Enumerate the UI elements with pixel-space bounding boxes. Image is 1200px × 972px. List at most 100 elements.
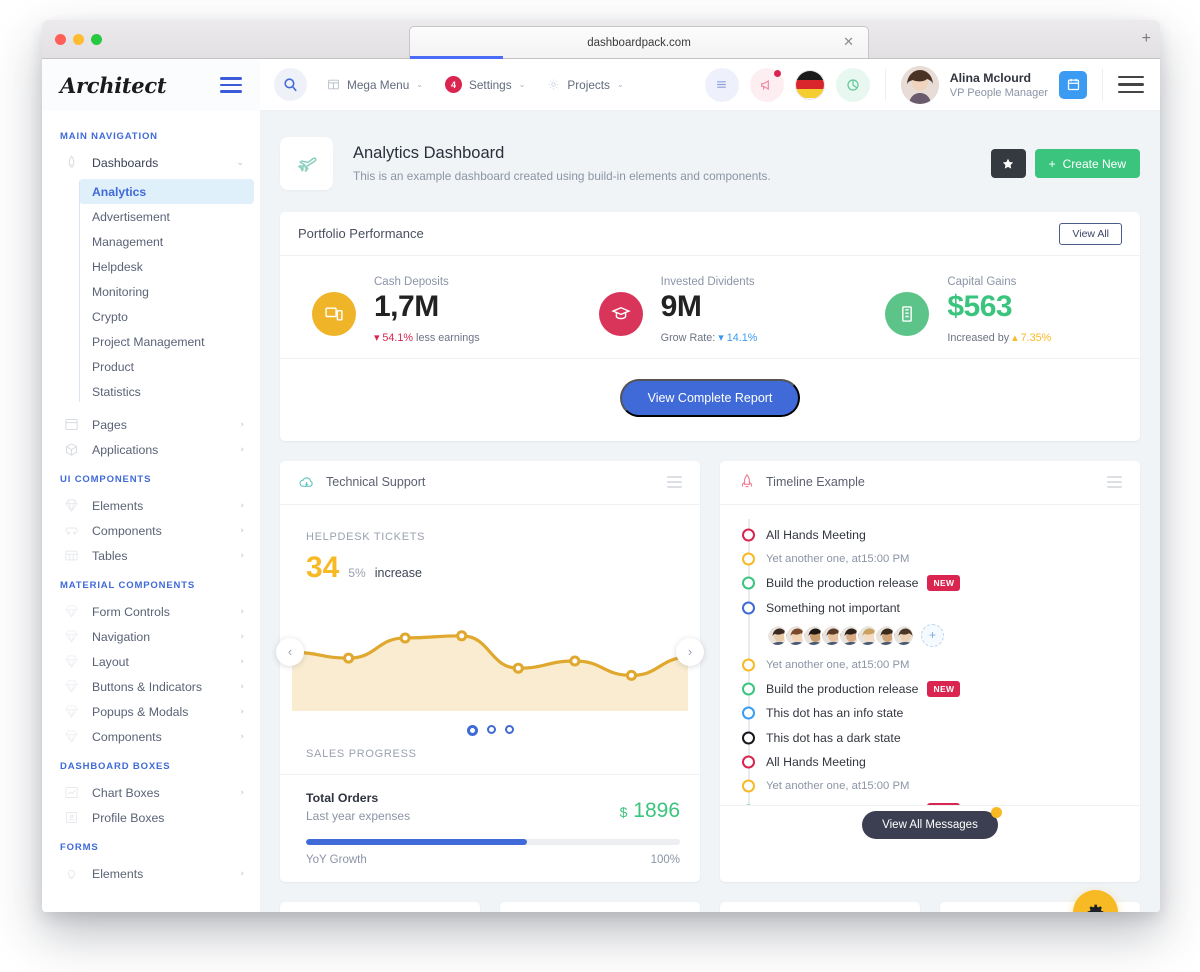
sidebar-item-crypto[interactable]: Crypto: [79, 304, 254, 329]
sidebar-item-buttons-indicators[interactable]: Buttons & Indicators ›: [42, 674, 260, 699]
sidebar-item-forms-elements[interactable]: Elements ›: [42, 861, 260, 886]
stat-note: Grow Rate: ▾ 14.1%: [661, 331, 758, 344]
settings-fab-button[interactable]: [1073, 889, 1118, 912]
timeline-item[interactable]: All Hands Meeting: [720, 523, 1140, 547]
sidebar-item-elements[interactable]: Elements ›: [42, 493, 260, 518]
chart-prev-arrow[interactable]: ‹: [276, 637, 304, 666]
timeline-item[interactable]: This dot has an info state: [720, 701, 1140, 725]
pie-chart-icon[interactable]: [835, 67, 870, 102]
timeline-dot: [742, 528, 755, 542]
carousel-dot-3[interactable]: [504, 724, 514, 734]
sidebar-item-product[interactable]: Product: [79, 354, 254, 379]
sidebar-item-material-components[interactable]: Components ›: [42, 724, 260, 749]
timeline-item[interactable]: Yet another one, at 15:00 PM: [720, 547, 1140, 571]
sidebar-item-applications[interactable]: Applications ›: [42, 437, 260, 462]
hamburger-icon[interactable]: [1118, 76, 1144, 93]
sidebar-nav: MAIN NAVIGATION Dashboards ⌄ Analytics A…: [42, 111, 260, 886]
carousel-dot-1[interactable]: [466, 724, 478, 736]
sidebar-item-label: Elements: [92, 498, 144, 513]
calendar-icon[interactable]: [1059, 70, 1087, 99]
sidebar-item-layout[interactable]: Layout ›: [42, 649, 260, 674]
add-member-button[interactable]: +: [921, 623, 944, 647]
sidebar-item-analytics[interactable]: Analytics: [79, 179, 254, 204]
technical-support-card: Technical Support HELPDESK TICKETS 34 5%…: [276, 460, 704, 882]
kpi-row: 34 5% increase: [306, 551, 700, 585]
browser-tab[interactable]: dashboardpack.com ✕: [409, 26, 869, 59]
avatar[interactable]: [900, 65, 939, 104]
favorite-button[interactable]: [990, 149, 1026, 178]
tab-close-icon[interactable]: ✕: [843, 35, 854, 48]
create-new-button[interactable]: + Create New: [1034, 149, 1140, 178]
sidebar-item-project-management[interactable]: Project Management: [79, 329, 254, 354]
timeline-item[interactable]: Yet another one, at 15:00 PM: [720, 653, 1140, 677]
new-tab-button[interactable]: +: [1142, 31, 1151, 47]
diamond-icon: [62, 679, 80, 695]
star-icon: [1002, 158, 1014, 169]
maximize-window-icon[interactable]: [91, 34, 102, 45]
timeline-item[interactable]: Yet another one, at 15:00 PM: [720, 774, 1140, 798]
stat-note-prefix: Grow Rate:: [660, 331, 716, 344]
timeline-item[interactable]: Something not important: [720, 595, 1140, 619]
close-window-icon[interactable]: [55, 34, 66, 45]
sidebar-toggle-icon[interactable]: [220, 77, 242, 93]
timeline-item[interactable]: Build the production release NEW: [720, 677, 1140, 701]
sidebar-item-management[interactable]: Management: [79, 229, 254, 254]
chart-next-arrow[interactable]: ›: [676, 637, 704, 666]
header-menu-links: Mega Menu ⌄ 4 Settings ⌄ Projects ⌄: [327, 76, 624, 93]
view-all-messages-button[interactable]: View All Messages: [862, 807, 1002, 839]
nav-heading-material: MATERIAL COMPONENTS: [60, 580, 196, 591]
sidebar-item-pages[interactable]: Pages ›: [42, 412, 260, 437]
diamond-icon: [62, 498, 80, 514]
sidebar-item-form-controls[interactable]: Form Controls ›: [42, 599, 260, 624]
language-flag-icon[interactable]: [794, 69, 825, 100]
cloud-download-icon: [298, 475, 316, 490]
timeline-text: Build the production release: [766, 682, 919, 697]
timeline-dot: [742, 576, 755, 590]
timeline-item[interactable]: This dot has a dark state: [720, 726, 1140, 750]
timeline-item[interactable]: All Hands Meeting: [720, 750, 1140, 774]
sidebar-item-components[interactable]: Components ›: [42, 518, 260, 543]
sidebar-item-navigation[interactable]: Navigation ›: [42, 624, 260, 649]
plus-icon: +: [1048, 156, 1056, 171]
helpdesk-kpi: HELPDESK TICKETS 34 5% increase: [280, 505, 700, 585]
menu-settings[interactable]: 4 Settings ⌄: [445, 76, 525, 93]
timeline-text: Build the production release: [766, 576, 919, 591]
sidebar-item-label: Dashboards: [92, 155, 159, 170]
chevron-right-icon: ›: [240, 868, 244, 879]
avatar[interactable]: [892, 623, 915, 647]
megaphone-icon[interactable]: [749, 67, 784, 102]
top-header: Mega Menu ⌄ 4 Settings ⌄ Projects ⌄ Alin…: [260, 59, 1160, 111]
timeline-item[interactable]: Build the production release NEW: [720, 571, 1140, 595]
user-info: Alina Mclourd VP People Manager: [950, 71, 1048, 99]
chevron-right-icon: ›: [240, 631, 244, 642]
timeline-header: Timeline Example: [720, 461, 1140, 505]
page-viewport: Architect MAIN NAVIGATION Dashboards ⌄ A…: [42, 59, 1160, 912]
sidebar-item-profile-boxes[interactable]: Profile Boxes: [42, 805, 260, 830]
stat-value: $563: [947, 290, 1013, 323]
menu-mega-menu[interactable]: Mega Menu ⌄: [327, 78, 423, 92]
portfolio-card-header: Portfolio Performance View All: [280, 212, 1140, 256]
view-complete-report-button[interactable]: View Complete Report: [619, 378, 801, 417]
sidebar-item-statistics[interactable]: Statistics: [79, 379, 254, 404]
menu-projects[interactable]: Projects ⌄: [547, 78, 624, 92]
chevron-down-icon: ⌄: [416, 80, 423, 89]
sidebar-item-monitoring[interactable]: Monitoring: [79, 279, 254, 304]
yoy-progress-bar: [306, 838, 680, 845]
list-menu-icon[interactable]: [667, 475, 682, 489]
settings-badge: 4: [445, 76, 462, 93]
sidebar-item-helpdesk[interactable]: Helpdesk: [79, 254, 254, 279]
minimize-window-icon[interactable]: [73, 34, 84, 45]
carousel-dot-2[interactable]: [486, 724, 496, 734]
sidebar-item-chart-boxes[interactable]: Chart Boxes ›: [42, 780, 260, 805]
window-traffic-lights[interactable]: [55, 34, 102, 45]
sidebar-item-dashboards[interactable]: Dashboards ⌄: [42, 150, 260, 175]
sidebar-item-tables[interactable]: Tables ›: [42, 543, 260, 568]
view-all-button[interactable]: View All: [1059, 222, 1122, 245]
list-menu-icon[interactable]: [704, 67, 739, 102]
sidebar-item-popups-modals[interactable]: Popups & Modals ›: [42, 699, 260, 724]
user-name: Alina Mclourd: [949, 70, 1032, 85]
list-menu-icon[interactable]: [1107, 475, 1122, 489]
sidebar-item-advertisement[interactable]: Advertisement: [79, 204, 254, 229]
technical-support-title: Technical Support: [326, 475, 426, 489]
search-icon[interactable]: [274, 68, 307, 101]
